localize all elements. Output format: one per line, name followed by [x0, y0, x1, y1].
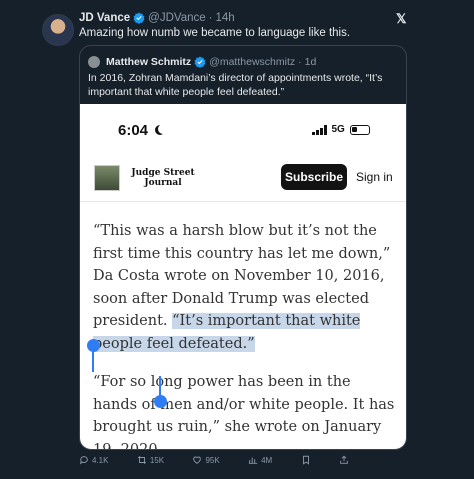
site-name: Judge Street Journal: [128, 168, 198, 188]
signal-icon: [312, 124, 327, 135]
repost-icon: [137, 456, 146, 464]
like-button[interactable]: 95K: [192, 455, 220, 465]
reply-button[interactable]: 4.1K: [79, 455, 108, 465]
author-avatar[interactable]: [42, 14, 74, 46]
views-icon: [248, 457, 258, 464]
article-paragraph: “This was a harsh blow but it’s not the …: [93, 220, 399, 355]
reply-count: 4.1K: [92, 455, 109, 465]
quoted-author-avatar: [88, 56, 100, 68]
tweet[interactable]: JD Vance @JDVance · 14h 𝕏 Amazing how nu…: [0, 0, 474, 479]
phone-status-time: 6:04: [118, 122, 149, 139]
signin-link: Sign in: [356, 170, 393, 184]
tweet-time[interactable]: 14h: [215, 12, 234, 24]
header-divider: [80, 201, 406, 202]
x-logo-icon[interactable]: 𝕏: [396, 11, 406, 27]
share-icon: [340, 455, 348, 464]
network-label: 5G: [331, 124, 345, 135]
quoted-text: In 2016, Zohran Mamdani’s director of ap…: [88, 72, 383, 98]
article-body: “This was a harsh blow but it’s not the …: [93, 220, 399, 450]
site-logo: [94, 165, 120, 191]
verified-badge-icon: [133, 12, 145, 24]
heart-icon: [193, 456, 202, 464]
quoted-tweet[interactable]: Matthew Schmitz @matthewschmitz · 1d In …: [79, 45, 407, 450]
separator-dot: ·: [298, 56, 302, 68]
selection-end-handle: [154, 395, 167, 408]
reply-icon: [79, 456, 88, 465]
author-handle[interactable]: @JDVance: [148, 12, 205, 24]
moon-icon: [158, 124, 168, 134]
tweet-text: Amazing how numb we became to language l…: [79, 27, 351, 39]
quoted-time: 1d: [304, 56, 317, 68]
repost-button[interactable]: 15K: [137, 455, 164, 465]
bookmark-icon: [302, 455, 309, 465]
share-button[interactable]: [339, 455, 349, 465]
battery-icon: [349, 124, 370, 135]
selection-start-caret: [92, 350, 94, 372]
quoted-author-handle: @matthewschmitz: [209, 56, 296, 68]
repost-count: 15K: [149, 455, 165, 465]
author-name[interactable]: JD Vance: [79, 12, 130, 24]
tweet-actions: 4.1K 15K 95K 4M: [79, 455, 349, 465]
like-count: 95K: [205, 455, 220, 465]
quoted-header: Matthew Schmitz @matthewschmitz · 1d: [88, 56, 316, 68]
site-name-line2: Journal: [144, 178, 182, 188]
view-count: 4M: [261, 455, 273, 465]
quoted-author-name: Matthew Schmitz: [106, 56, 192, 68]
bookmark-button[interactable]: [301, 455, 311, 465]
article-paragraph: “For so long power has been in the hands…: [93, 374, 395, 450]
separator-dot: ·: [208, 12, 213, 24]
subscribe-button: Subscribe: [281, 164, 347, 190]
site-name-line1: Judge Street: [131, 168, 195, 178]
phone-status-icons: 5G: [312, 124, 370, 135]
tweet-header: JD Vance @JDVance · 14h: [79, 12, 235, 24]
views-button[interactable]: 4M: [248, 455, 272, 465]
attached-screenshot[interactable]: 6:04 5G Judge Street Journal Subscribe S…: [80, 104, 406, 450]
verified-badge-icon: [194, 56, 206, 68]
